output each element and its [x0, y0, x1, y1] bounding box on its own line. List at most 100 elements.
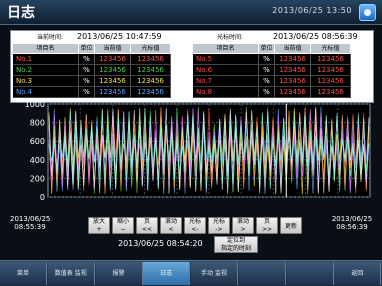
table-cell-left-current: 123456 [95, 54, 131, 65]
control-button-7[interactable]: 页 >> [256, 217, 278, 234]
table-cell-left-current: 123456 [95, 76, 131, 87]
column-header-right-3: 光标值 [311, 44, 351, 53]
table-cell-left-current: 123456 [95, 65, 131, 76]
nav-button-5[interactable] [238, 262, 286, 285]
nav-button-7[interactable]: 返回 [334, 262, 382, 285]
brand-logo-icon [359, 4, 376, 21]
nav-button-label: 返回 [351, 270, 364, 277]
column-header-right-2: 当前值 [275, 44, 311, 53]
control-button-symbol-icon: > [240, 226, 246, 233]
column-header-left-2: 当前值 [95, 44, 131, 53]
table-cell-right-name: No.7 [193, 76, 259, 87]
trend-chart-svg: 1000 800 600 400 200 0 [25, 100, 371, 202]
range-end: 2013/06/25 08:56:39 [330, 215, 374, 231]
control-button-3[interactable]: 滚动 < [160, 217, 182, 234]
column-header-left-0: 项目名 [13, 44, 79, 53]
control-button-label: 滚动 [164, 218, 177, 225]
control-button-symbol-icon: -> [215, 226, 223, 233]
y-tick-label: 1000 [25, 100, 45, 109]
control-button-label: 放大 [92, 218, 105, 225]
log-info-panel: 当前时间: 2013/06/25 10:47:59 光标时间: 2013/06/… [10, 30, 374, 103]
table-cell-left-cursor: 123456 [131, 54, 171, 65]
table-cell-right-current: 123456 [275, 76, 311, 87]
control-button-label: 页 [143, 218, 150, 225]
table-cell-right-current: 123456 [275, 87, 311, 98]
control-button-1[interactable]: 缩小 − [112, 217, 134, 234]
nav-button-1[interactable]: 数值表 监视 [47, 262, 95, 285]
column-header-right-1: 单位 [259, 44, 275, 53]
control-button-4[interactable]: 光标 <- [184, 217, 206, 234]
table-cell-right-cursor: 123456 [311, 65, 351, 76]
table-cell-right-cursor: 123456 [311, 54, 351, 65]
cursor-position-time: 2013/06/25 08:54:20 [118, 239, 203, 248]
table-cell-left-name: No.2 [13, 65, 79, 76]
range-end-date: 2013/06/25 [331, 215, 373, 223]
table-cell-right-cursor: 123456 [311, 87, 351, 98]
table-cell-right-unit: % [259, 65, 275, 76]
control-button-symbol-icon: << [141, 226, 153, 233]
nav-button-0[interactable]: 菜单 [0, 262, 47, 285]
nav-button-label: 手动 监视 [201, 270, 227, 277]
nav-button-label: 日志 [160, 270, 173, 277]
table-cell-left-name: No.4 [13, 87, 79, 98]
table-cell-left-current: 123456 [95, 87, 131, 98]
locate-line-1: 定位到 [226, 237, 245, 244]
range-start-date: 2013/06/25 [10, 215, 51, 223]
column-header-left-1: 单位 [79, 44, 95, 53]
table-cell-right-name: No.6 [193, 65, 259, 76]
table-cell-right-current: 123456 [275, 54, 311, 65]
control-button-label: 更新 [284, 223, 297, 230]
control-button-symbol-icon: >> [261, 226, 273, 233]
table-cell-left-cursor: 123456 [131, 87, 171, 98]
values-table: 项目名 单位 当前值 光标值 No.1% 123456 123456 No.2% 123456 1… [13, 44, 371, 100]
control-button-8[interactable]: 更新 [280, 217, 302, 234]
table-cell-left-name: No.1 [13, 54, 79, 65]
nav-button-6[interactable] [286, 262, 334, 285]
column-header-left-3: 光标值 [131, 44, 171, 53]
control-button-label: 缩小 [116, 218, 129, 225]
locate-time-button[interactable]: 定位到 指定的时刻 [214, 236, 258, 253]
table-cell-right-current: 123456 [275, 65, 311, 76]
nav-button-3[interactable]: 日志 [143, 262, 191, 285]
range-end-time: 08:56:39 [336, 223, 368, 231]
current-time-label: 当前时间: [37, 34, 64, 41]
table-cell-left-unit: % [79, 76, 95, 87]
table-cell-left-unit: % [79, 54, 95, 65]
control-button-symbol-icon: − [120, 226, 126, 233]
nav-button-2[interactable]: 报警 [95, 262, 143, 285]
table-cell-left-unit: % [79, 65, 95, 76]
nav-button-4[interactable]: 手动 监视 [191, 262, 238, 285]
control-button-2[interactable]: 页 << [136, 217, 158, 234]
y-tick-label: 800 [30, 119, 45, 128]
control-button-symbol-icon: < [168, 226, 174, 233]
control-button-label: 滚动 [236, 218, 249, 225]
table-cell-left-unit: % [79, 87, 95, 98]
footer-nav: 菜单 数值表 监视 报警 日志 手动 监视 返回 [0, 260, 382, 286]
table-cell-right-name: No.8 [193, 87, 259, 98]
cursor-time-label: 光标时间: [217, 34, 244, 41]
table-cell-left-name: No.3 [13, 76, 79, 87]
header-bar: 日志 2013/06/25 13:50 [0, 0, 382, 25]
trend-chart: 1000 800 600 400 200 0 [0, 100, 382, 210]
table-cell-right-unit: % [259, 76, 275, 87]
table-cell-left-cursor: 123456 [131, 76, 171, 87]
nav-button-label: 菜单 [16, 270, 29, 277]
y-tick-label: 200 [30, 174, 45, 183]
page-title: 日志 [7, 5, 35, 21]
control-button-label: 光标 [188, 218, 201, 225]
table-cell-right-name: No.5 [193, 54, 259, 65]
time-row: 当前时间: 2013/06/25 10:47:59 光标时间: 2013/06/… [11, 31, 373, 44]
table-cell-right-unit: % [259, 54, 275, 65]
system-clock: 2013/06/25 13:50 [272, 6, 352, 15]
control-button-label: 页 [263, 218, 270, 225]
control-button-symbol-icon: <- [191, 226, 199, 233]
control-button-0[interactable]: 放大 + [88, 217, 110, 234]
range-start: 2013/06/25 08:55:39 [10, 215, 50, 231]
control-button-6[interactable]: 滚动 > [232, 217, 254, 234]
hmi-screen: 日志 2013/06/25 13:50 当前时间: 2013/06/25 10:… [0, 0, 382, 286]
table-cell-right-cursor: 123456 [311, 76, 351, 87]
control-button-label: 光标 [212, 218, 225, 225]
control-button-5[interactable]: 光标 -> [208, 217, 230, 234]
current-time-value: 2013/06/25 10:47:59 [77, 32, 162, 41]
nav-button-label: 报警 [112, 270, 125, 277]
